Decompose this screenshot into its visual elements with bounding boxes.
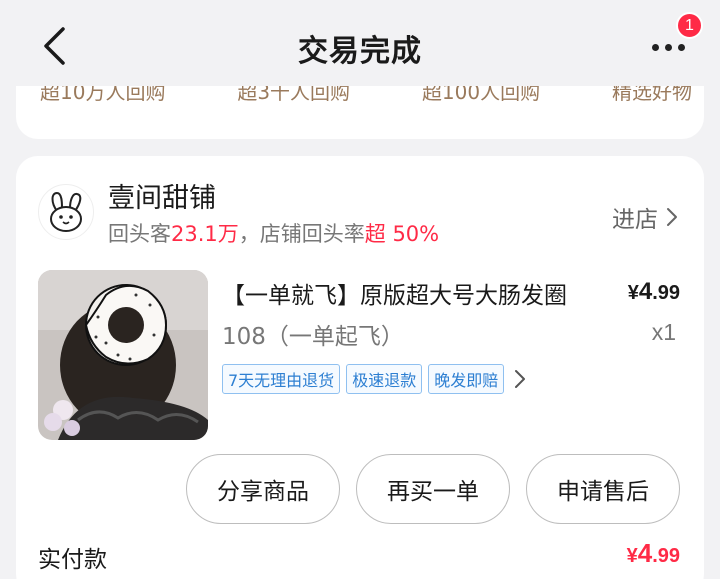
service-tags[interactable]: 7天无理由退货 极速退款 晚发即赔: [222, 364, 526, 394]
top-navigation-bar: 交易完成 1: [0, 0, 720, 95]
recommendation-tag[interactable]: 精选好物: [608, 86, 696, 106]
bunny-logo-icon: [50, 191, 82, 232]
recommendation-tags: 超10万人回购 超3千人回购 超100人回购 精选好物: [36, 86, 696, 106]
order-card: 壹间甜铺 回头客23.1万，店铺回头率超 50% 进店 【一单就飞】原版超大号大…: [16, 156, 704, 579]
paid-currency: ¥: [626, 545, 638, 567]
product-quantity: x1: [651, 319, 676, 345]
product-price: ¥4.99: [628, 278, 680, 306]
enter-shop-link[interactable]: 进店: [612, 200, 678, 234]
chevron-right-icon: [667, 208, 677, 226]
share-product-button[interactable]: 分享商品: [186, 454, 340, 524]
paid-amount-value: ¥4.99: [627, 538, 680, 569]
return-rate-value: 超 50%: [364, 222, 440, 246]
order-actions: 分享商品 再买一单 申请售后: [170, 454, 680, 524]
product-title[interactable]: 【一单就飞】原版超大号大肠发圈: [222, 276, 594, 310]
return-rate-label: ，店铺回头率: [238, 222, 365, 246]
shop-stats: 回头客23.1万，店铺回头率超 50%: [108, 218, 439, 248]
price-integer: 4: [638, 278, 653, 305]
price-decimal: .99: [652, 282, 680, 304]
recommendation-tag[interactable]: 超100人回购: [418, 86, 544, 106]
notification-badge: 1: [676, 12, 703, 39]
more-dot: [677, 43, 685, 51]
recommendation-tag[interactable]: 超10万人回购: [36, 86, 169, 106]
enter-shop-label: 进店: [612, 207, 658, 233]
service-tag-return[interactable]: 7天无理由退货: [222, 364, 341, 394]
product-thumbnail[interactable]: [38, 270, 208, 440]
service-tag-refund[interactable]: 极速退款: [346, 364, 423, 394]
returning-customers-label: 回头客: [108, 222, 171, 246]
page-title: 交易完成: [298, 34, 422, 69]
recommendation-card-clipped: 超10万人回购 超3千人回购 超100人回购 精选好物: [16, 86, 704, 139]
price-currency: ¥: [627, 282, 639, 304]
chevron-right-icon[interactable]: [514, 369, 526, 389]
returning-customers-count: 23.1万: [171, 222, 239, 246]
service-tag-late-compensation[interactable]: 晚发即赔: [428, 364, 505, 394]
more-dots-icon: [651, 43, 659, 51]
request-after-sale-button[interactable]: 申请售后: [526, 454, 680, 524]
paid-amount-label: 实付款: [38, 547, 107, 573]
buy-again-button[interactable]: 再买一单: [356, 454, 510, 524]
paid-integer: 4: [637, 538, 653, 568]
shop-logo[interactable]: [38, 184, 94, 240]
product-variant: 108（一单起飞）: [222, 324, 404, 350]
paid-decimal: .99: [652, 545, 680, 567]
product-photo-image: [38, 270, 208, 440]
recommendation-tag[interactable]: 超3千人回购: [233, 86, 354, 106]
more-dot: [664, 43, 672, 51]
shop-name[interactable]: 壹间甜铺: [108, 176, 216, 215]
